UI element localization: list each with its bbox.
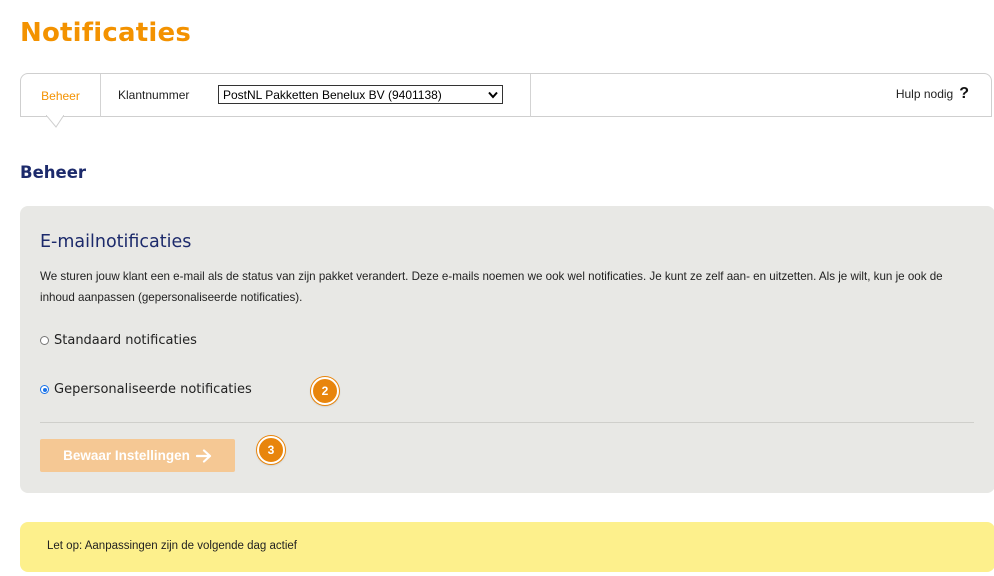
notice-banner: Let op: Aanpassingen zijn de volgende da… xyxy=(20,522,994,572)
step-badge: 2 xyxy=(311,377,339,405)
divider xyxy=(40,422,974,423)
help-label: Hulp nodig xyxy=(895,87,954,101)
help-link[interactable]: Hulp nodig ? xyxy=(896,85,969,103)
divider xyxy=(530,74,531,117)
radio-standaard-notificaties[interactable]: Standaard notificaties xyxy=(40,333,197,348)
chevron-down-icon xyxy=(488,91,498,99)
tab-pointer-icon xyxy=(46,115,64,128)
klantnummer-label: Klantnummer xyxy=(118,88,190,102)
section-title: Beheer xyxy=(20,163,87,182)
radio-button-checked[interactable] xyxy=(40,385,49,394)
klantnummer-select-value: PostNL Pakketten Benelux BV (9401138) xyxy=(223,87,442,102)
arrow-right-icon xyxy=(195,448,211,463)
step-badge: 3 xyxy=(257,436,285,464)
radio-button[interactable] xyxy=(40,336,49,345)
top-bar: Beheer Klantnummer PostNL Pakketten Bene… xyxy=(20,73,992,117)
page-title: Notificaties xyxy=(20,18,191,48)
save-button-label: Bewaar Instellingen xyxy=(63,448,190,463)
klantnummer-select[interactable]: PostNL Pakketten Benelux BV (9401138) xyxy=(218,85,503,104)
email-notifications-panel: E-mailnotificaties We sturen jouw klant … xyxy=(20,206,994,493)
radio-gepersonaliseerde-notificaties[interactable]: Gepersonaliseerde notificaties xyxy=(40,382,252,397)
save-settings-button[interactable]: Bewaar Instellingen xyxy=(40,439,235,472)
tab-beheer[interactable]: Beheer xyxy=(21,74,101,117)
panel-description: We sturen jouw klant een e-mail als de s… xyxy=(40,270,943,304)
radio-label: Standaard notificaties xyxy=(54,333,197,348)
panel-title: E-mailnotificaties xyxy=(40,232,192,252)
question-mark-icon: ? xyxy=(959,85,969,102)
notice-text: Let op: Aanpassingen zijn de volgende da… xyxy=(47,540,297,552)
radio-label: Gepersonaliseerde notificaties xyxy=(54,382,252,397)
